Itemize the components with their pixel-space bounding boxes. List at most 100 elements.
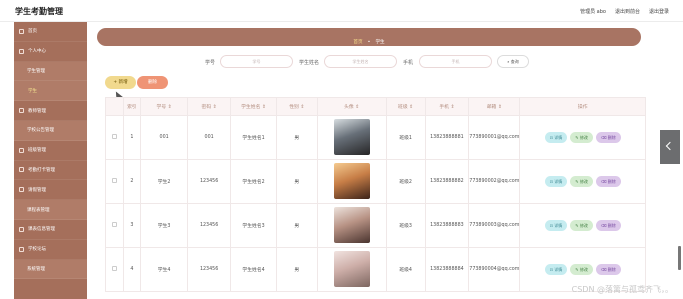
cell-student-name: 学生姓名4	[230, 247, 277, 292]
table-row: 4 学生4 123456 学生姓名4 男 班级4 13823888884 773…	[105, 247, 646, 292]
sidebar-item-course-info[interactable]: 课表信息管理	[14, 220, 87, 240]
phone-input[interactable]: 手机	[419, 55, 492, 68]
avatar	[333, 162, 370, 199]
detail-button[interactable]: ⊡ 详情	[544, 220, 568, 231]
detail-button[interactable]: ⊡ 详情	[544, 176, 568, 187]
top-bar: 学生考勤管理 管理员 abo 退出到前台 退出登录	[0, 0, 683, 22]
user-label: 管理员 abo	[580, 9, 606, 15]
delete-button[interactable]: ⌫ 删除	[595, 132, 621, 143]
avatar	[333, 250, 370, 287]
breadcrumb-separator: •	[367, 40, 371, 45]
header-actions: 操作	[519, 97, 646, 116]
cell-index: 4	[122, 247, 142, 292]
cell-student-no: 学生4	[140, 247, 188, 292]
edit-button[interactable]: ✎ 修改	[570, 132, 593, 143]
cell-gender: 男	[275, 115, 318, 160]
cell-class: 班级2	[385, 159, 426, 204]
cell-student-name: 学生姓名1	[230, 115, 277, 160]
delete-button[interactable]: ⌫ 删除	[595, 220, 621, 231]
leave-icon	[19, 187, 24, 193]
sidebar-item-system[interactable]: 系统管理	[14, 259, 87, 280]
sidebar-item-home[interactable]: 首页	[14, 22, 87, 42]
breadcrumb-home[interactable]: 首页	[353, 40, 362, 45]
course-icon	[19, 226, 24, 232]
add-button[interactable]: + 新增	[105, 76, 136, 89]
cell-email: 773890003@qq.com	[468, 203, 521, 248]
sidebar-item-forum[interactable]: 学校论坛	[14, 240, 87, 260]
cell-student-no: 001	[140, 115, 188, 160]
app-title: 学生考勤管理	[15, 7, 63, 16]
row-checkbox[interactable]	[111, 266, 117, 271]
header-student-no[interactable]: 学号 ⇕	[140, 97, 188, 116]
table-header-row: 索引 学号 ⇕ 密码 ⇕ 学生姓名 ⇕ 性别 ⇕ 头像 ⇕ 班级 ⇕ 手机 ⇕ …	[105, 97, 646, 116]
sidebar-item-attendance[interactable]: 考勤打卡管理	[14, 161, 87, 181]
student-no-label: 学号	[205, 60, 216, 66]
attendance-icon	[19, 167, 24, 173]
phone-label: 手机	[403, 60, 414, 66]
cell-class: 班级3	[385, 203, 426, 248]
forum-icon	[19, 246, 24, 252]
logout-link[interactable]: 退出登录	[649, 8, 669, 15]
scrollbar[interactable]	[678, 246, 681, 270]
row-checkbox[interactable]	[111, 134, 117, 139]
cell-gender: 男	[275, 247, 318, 292]
student-table: 索引 学号 ⇕ 密码 ⇕ 学生姓名 ⇕ 性别 ⇕ 头像 ⇕ 班级 ⇕ 手机 ⇕ …	[105, 97, 646, 292]
detail-button[interactable]: ⊡ 详情	[544, 264, 568, 275]
trash-icon: ⌫	[600, 135, 608, 140]
cell-student-name: 学生姓名3	[230, 203, 277, 248]
student-name-input[interactable]: 学生姓名	[324, 55, 397, 68]
edit-button[interactable]: ✎ 修改	[570, 220, 593, 231]
cell-index: 2	[122, 159, 142, 204]
cell-class: 班级4	[385, 247, 426, 292]
header-phone[interactable]: 手机 ⇕	[424, 97, 470, 116]
student-no-input[interactable]: 学号	[220, 55, 293, 68]
collapse-tab-button[interactable]	[660, 130, 680, 164]
sidebar-item-student[interactable]: 学生	[14, 81, 87, 102]
cell-index: 1	[122, 115, 142, 160]
delete-button[interactable]: ⌫ 删除	[595, 176, 621, 187]
cell-student-name: 学生姓名2	[230, 159, 277, 204]
sidebar-item-profile[interactable]: 个人中心	[14, 42, 87, 62]
cell-phone: 13823888883	[424, 203, 470, 248]
sidebar-item-leave[interactable]: 请假管理	[14, 180, 87, 201]
search-button[interactable]: ⌕ 查询	[497, 55, 529, 68]
header-password[interactable]: 密码 ⇕	[186, 97, 232, 116]
table-row: 3 学生3 123456 学生姓名3 男 班级3 13823888883 773…	[105, 203, 646, 248]
breadcrumb: 首页 • 学生	[97, 28, 641, 46]
select-all-header[interactable]	[105, 97, 124, 116]
trash-icon: ⌫	[600, 267, 608, 272]
header-class[interactable]: 班级 ⇕	[385, 97, 426, 116]
edit-button[interactable]: ✎ 修改	[570, 264, 593, 275]
cell-index: 3	[122, 203, 142, 248]
header-gender[interactable]: 性别 ⇕	[275, 97, 318, 116]
sidebar-item-class[interactable]: 班级管理	[14, 141, 87, 161]
cell-password: 123456	[186, 247, 232, 292]
delete-selected-button[interactable]: 删除	[137, 76, 168, 89]
cell-student-no: 学生3	[140, 203, 188, 248]
header-index: 索引	[122, 97, 142, 116]
sidebar-item-schedule[interactable]: 课程表管理	[14, 200, 87, 220]
top-nav: 管理员 abo 退出到前台 退出登录	[580, 8, 669, 15]
row-checkbox[interactable]	[111, 178, 117, 183]
cell-gender: 男	[275, 203, 318, 248]
avatar	[333, 118, 370, 155]
cell-email: 773890002@qq.com	[468, 159, 521, 204]
table-row: 1 001 001 学生姓名1 男 班级1 13823888881 773890…	[105, 115, 646, 160]
edit-button[interactable]: ✎ 修改	[570, 176, 593, 187]
cell-password: 001	[186, 115, 232, 160]
back-to-front-link[interactable]: 退出到前台	[615, 8, 640, 15]
sidebar-item-student-management[interactable]: 学生管理	[14, 61, 87, 82]
cell-gender: 男	[275, 159, 318, 204]
student-name-label: 学生姓名	[299, 60, 320, 66]
row-checkbox[interactable]	[111, 222, 117, 227]
sidebar-item-teacher[interactable]: 教师管理	[14, 101, 87, 121]
sidebar-item-notice[interactable]: 学校公告管理	[14, 120, 87, 141]
detail-button[interactable]: ⊡ 详情	[544, 132, 568, 143]
header-student-name[interactable]: 学生姓名 ⇕	[230, 97, 277, 116]
cell-class: 班级1	[385, 115, 426, 160]
delete-button[interactable]: ⌫ 删除	[595, 264, 621, 275]
trash-icon: ⌫	[600, 223, 608, 228]
header-avatar[interactable]: 头像 ⇕	[316, 97, 387, 116]
header-email[interactable]: 邮箱 ⇕	[468, 97, 521, 116]
cell-password: 123456	[186, 203, 232, 248]
